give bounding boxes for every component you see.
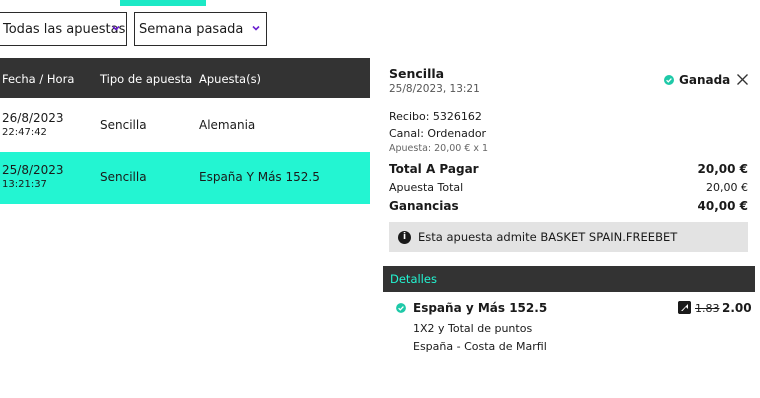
freebet-info-text: Esta apuesta admite BASKET SPAIN.FREEBET [418,230,678,244]
channel: Canal: Ordenador [389,127,487,140]
selection-event: España - Costa de Marfil [413,340,547,353]
period-value: Semana pasada [139,21,244,37]
total-stake-value: 20,00 € [706,181,748,194]
table-row[interactable]: 26/8/2023 22:47:42 Sencilla Alemania [0,100,370,152]
boosted-odds: 2.00 [722,301,752,315]
chevron-down-icon [252,25,260,31]
receipt-number: Recibo: 5326162 [389,110,482,123]
stake-note: Apuesta: 20,00 € x 1 [389,143,489,154]
details-heading: Detalles [383,266,755,292]
close-icon[interactable] [736,73,749,86]
winnings-label: Ganancias [389,199,459,213]
row-bet: España Y Más 152.5 [199,170,320,184]
detail-title: Sencilla [389,66,445,81]
bet-type-select[interactable]: Todas las apuestas [0,12,127,46]
row-date: 26/8/2023 [2,111,64,125]
status-label: Ganada [679,73,731,87]
total-stake-row: Apuesta Total 20,00 € [389,181,748,194]
info-icon: i [398,230,411,244]
total-to-pay-value: 20,00 € [697,162,748,176]
header-bets: Apuesta(s) [199,72,262,86]
check-circle-icon [664,75,674,85]
detail-datetime: 25/8/2023, 13:21 [389,83,480,95]
period-select[interactable]: Semana pasada [134,12,267,46]
status-badge: Ganada [664,73,730,87]
bets-table-header: Fecha / Hora Tipo de apuesta Apuesta(s) [0,58,370,98]
boost-arrow-icon [678,301,691,314]
row-type: Sencilla [100,118,147,132]
selection-name: España y Más 152.5 [413,301,548,315]
table-row-selected[interactable]: 25/8/2023 13:21:37 Sencilla España Y Más… [0,152,370,204]
header-date: Fecha / Hora [2,72,75,86]
bet-type-value: Todas las apuestas [3,21,126,37]
chevron-down-icon [112,25,120,31]
total-to-pay-row: Total A Pagar 20,00 € [389,162,748,176]
original-odds: 1.83 [695,302,720,315]
row-date: 25/8/2023 [2,163,64,177]
row-time: 13:21:37 [2,179,47,190]
row-bet: Alemania [199,118,256,132]
row-type: Sencilla [100,170,147,184]
total-stake-label: Apuesta Total [389,181,464,194]
winnings-row: Ganancias 40,00 € [389,199,748,213]
row-time: 22:47:42 [2,127,47,138]
selection-market: 1X2 y Total de puntos [413,322,533,335]
check-circle-icon [396,303,406,313]
winnings-value: 40,00 € [697,199,748,213]
freebet-info-box: i Esta apuesta admite BASKET SPAIN.FREEB… [389,222,748,252]
active-tab-indicator [120,0,206,6]
total-to-pay-label: Total A Pagar [389,162,479,176]
header-type: Tipo de apuesta [100,72,193,86]
